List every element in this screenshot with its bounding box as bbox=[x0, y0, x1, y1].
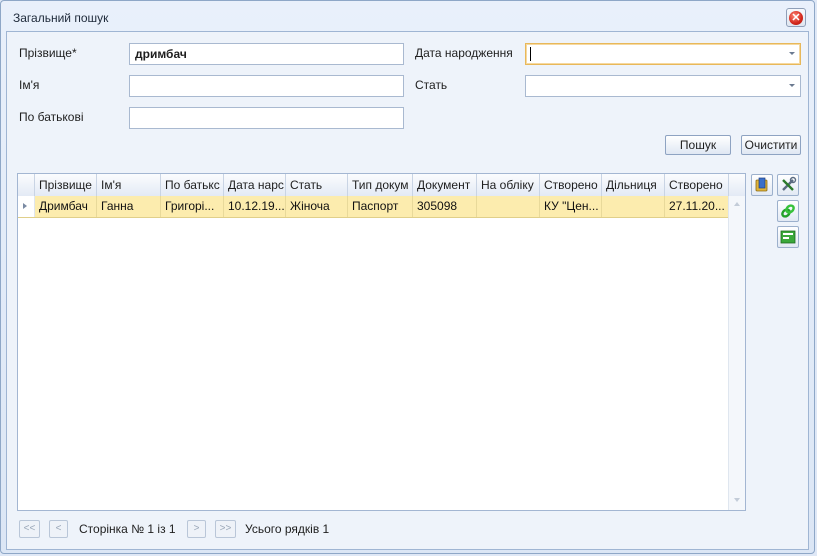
next-page-button[interactable]: > bbox=[187, 520, 206, 538]
search-dialog: Загальний пошук ✕ Прізвище* дримбач Ім'я… bbox=[0, 0, 815, 554]
cell-document: 305098 bbox=[413, 196, 477, 217]
patronymic-label: По батькові bbox=[19, 110, 84, 124]
total-rows-label: Усього рядків 1 bbox=[245, 522, 330, 536]
cell-district bbox=[602, 196, 665, 217]
patronymic-input[interactable] bbox=[129, 107, 404, 129]
dialog-body: Прізвище* дримбач Ім'я По батькові Дата … bbox=[6, 31, 809, 550]
tools-icon bbox=[782, 176, 797, 191]
title-bar: Загальний пошук ✕ bbox=[1, 1, 814, 33]
birthdate-label: Дата народження bbox=[415, 46, 513, 60]
clear-button[interactable]: Очистити bbox=[741, 135, 801, 155]
column-header-patronymic[interactable]: По батькс bbox=[161, 174, 224, 196]
column-header-sex[interactable]: Стать bbox=[286, 174, 348, 196]
text-caret bbox=[530, 47, 531, 61]
row-pointer-icon bbox=[23, 203, 27, 209]
column-header-surname[interactable]: Прізвище bbox=[35, 174, 97, 196]
folder-icon bbox=[755, 177, 768, 192]
cell-surname: Дримбач bbox=[35, 196, 97, 217]
surname-label: Прізвище* bbox=[19, 46, 77, 60]
open-folder-button[interactable] bbox=[751, 174, 773, 196]
column-header-created-date[interactable]: Створено bbox=[665, 174, 729, 196]
cell-patronymic: Григорі... bbox=[161, 196, 224, 217]
link-icon bbox=[781, 204, 795, 218]
vertical-scrollbar[interactable] bbox=[728, 196, 745, 510]
column-header-document[interactable]: Документ bbox=[413, 174, 477, 196]
previous-page-button[interactable]: < bbox=[49, 520, 68, 538]
column-header-birthdate[interactable]: Дата нарс bbox=[224, 174, 286, 196]
column-header-registered[interactable]: На обліку bbox=[477, 174, 540, 196]
chevron-down-icon[interactable] bbox=[789, 52, 795, 55]
results-grid: Прізвище Ім'я По батькс Дата нарс Стать … bbox=[17, 173, 746, 511]
export-icon bbox=[780, 230, 796, 244]
sex-select[interactable] bbox=[525, 75, 801, 97]
scroll-down-icon[interactable] bbox=[734, 498, 740, 502]
cell-created-date: 27.11.20... bbox=[665, 196, 729, 217]
export-button[interactable] bbox=[777, 226, 799, 248]
cell-name: Ганна bbox=[97, 196, 161, 217]
cell-birthdate: 10.12.19... bbox=[224, 196, 286, 217]
row-indicator bbox=[18, 196, 35, 217]
cell-registered bbox=[477, 196, 540, 217]
settings-tools-button[interactable] bbox=[777, 174, 799, 196]
table-row[interactable]: Дримбач Ганна Григорі... 10.12.19... Жін… bbox=[18, 196, 729, 218]
birthdate-input[interactable] bbox=[525, 43, 801, 65]
grid-header: Прізвище Ім'я По батькс Дата нарс Стать … bbox=[18, 174, 745, 197]
first-page-button[interactable]: << bbox=[19, 520, 40, 538]
sex-label: Стать bbox=[415, 78, 448, 92]
row-indicator-header bbox=[18, 174, 35, 196]
cell-doc-type: Паспорт bbox=[348, 196, 413, 217]
window-title: Загальний пошук bbox=[13, 11, 109, 25]
column-header-district[interactable]: Дільниця bbox=[602, 174, 665, 196]
scroll-up-icon[interactable] bbox=[734, 202, 740, 206]
name-label: Ім'я bbox=[19, 78, 40, 92]
search-button[interactable]: Пошук bbox=[665, 135, 731, 155]
column-header-name[interactable]: Ім'я bbox=[97, 174, 161, 196]
chevron-down-icon[interactable] bbox=[789, 84, 795, 87]
cell-created-by: КУ "Цен... bbox=[540, 196, 602, 217]
page-indicator: Сторінка № 1 із 1 bbox=[79, 522, 176, 536]
surname-input[interactable]: дримбач bbox=[129, 43, 404, 65]
last-page-button[interactable]: >> bbox=[215, 520, 236, 538]
cell-sex: Жіноча bbox=[286, 196, 348, 217]
column-header-created-by[interactable]: Створено bbox=[540, 174, 602, 196]
close-icon: ✕ bbox=[789, 10, 803, 25]
link-button[interactable] bbox=[777, 200, 799, 222]
column-header-doc-type[interactable]: Тип докум bbox=[348, 174, 413, 196]
close-button[interactable]: ✕ bbox=[786, 8, 806, 27]
name-input[interactable] bbox=[129, 75, 404, 97]
